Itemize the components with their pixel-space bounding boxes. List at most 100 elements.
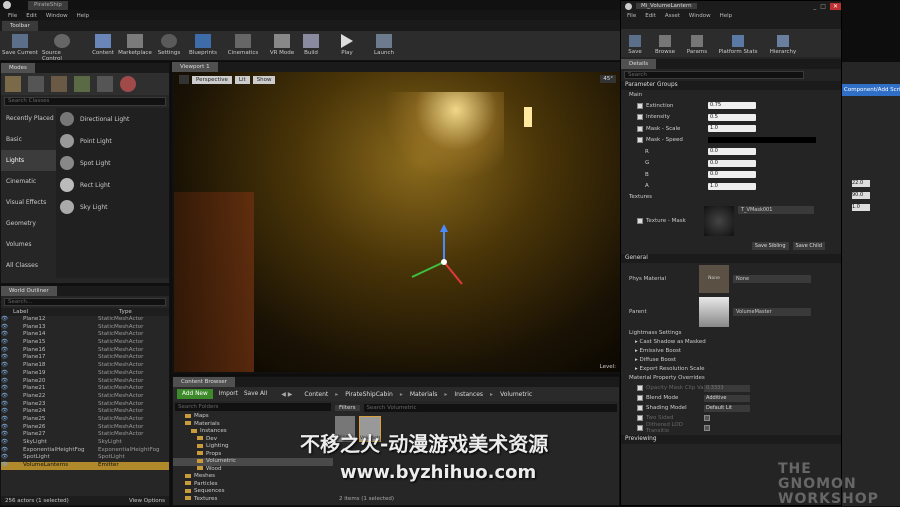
- lit-button[interactable]: Lit: [234, 75, 250, 84]
- lightmass-item[interactable]: ▸ Emissive Boost: [621, 347, 841, 356]
- visibility-eye-icon[interactable]: 👁: [1, 439, 23, 447]
- category-basic[interactable]: Basic: [1, 129, 56, 150]
- editor-tab[interactable]: Mi_VolumeLantern: [636, 3, 697, 9]
- place-mode-icon[interactable]: [5, 76, 21, 92]
- maximize-icon[interactable]: □: [820, 3, 826, 10]
- filters-button[interactable]: Filters: [335, 404, 360, 411]
- override-checkbox[interactable]: [637, 395, 643, 401]
- outliner-row[interactable]: 👁 SpotLight SpotLight: [1, 454, 169, 462]
- vr-mode-button[interactable]: VR Mode: [268, 31, 296, 56]
- rect-light-item[interactable]: Rect Light: [56, 174, 169, 196]
- folder-item[interactable]: Wood: [173, 466, 333, 474]
- editor-menu-asset[interactable]: Asset: [665, 11, 680, 21]
- build-button[interactable]: Build: [300, 31, 322, 56]
- content-browser-tab[interactable]: Content Browser: [173, 377, 235, 387]
- search-classes-input[interactable]: Search Classes: [4, 97, 166, 106]
- folder-item[interactable]: Volumetric: [173, 458, 333, 466]
- visibility-eye-icon[interactable]: 👁: [1, 316, 23, 324]
- parent-dropdown[interactable]: VolumeMaster: [733, 308, 811, 316]
- editor-menu-help[interactable]: Help: [720, 11, 733, 21]
- project-tab[interactable]: PirateShip: [28, 1, 68, 10]
- content-button[interactable]: Content: [90, 31, 116, 56]
- param-value-field[interactable]: 1.0: [708, 125, 756, 133]
- play-button[interactable]: Play: [336, 31, 358, 56]
- visibility-eye-icon[interactable]: 👁: [1, 431, 23, 439]
- scene-view[interactable]: Perspective Lit Show 45° Level:: [174, 72, 620, 372]
- close-icon[interactable]: ✕: [829, 2, 841, 10]
- add-new-button[interactable]: Add New: [177, 389, 213, 399]
- folder-item[interactable]: Maps: [173, 413, 333, 421]
- point-light-item[interactable]: Point Light: [56, 130, 169, 152]
- world-outliner-tab[interactable]: World Outliner: [1, 286, 57, 296]
- camera-angle-button[interactable]: 45°: [600, 75, 616, 83]
- crumb-pirateshipcabin[interactable]: PirateShipCabin: [345, 391, 393, 398]
- lightmass-item[interactable]: ▸ Diffuse Boost: [621, 356, 841, 365]
- folder-item[interactable]: Sequences: [173, 488, 333, 496]
- asset-search-input[interactable]: Search Volumetric: [363, 403, 617, 412]
- save-current-button[interactable]: Save Current: [2, 31, 38, 56]
- launch-button[interactable]: Launch: [372, 31, 396, 56]
- mask-speed-color-swatch[interactable]: [708, 137, 816, 144]
- visibility-eye-icon[interactable]: 👁: [1, 362, 23, 370]
- texture-dropdown[interactable]: T_VMask001: [738, 206, 814, 214]
- mask-speed-checkbox[interactable]: [637, 137, 643, 144]
- outliner-search-input[interactable]: Search...: [4, 298, 166, 306]
- editor-menu-edit[interactable]: Edit: [645, 11, 656, 21]
- outliner-row[interactable]: 👁 Plane19 StaticMeshActor: [1, 370, 169, 378]
- directional-light-item[interactable]: Directional Light: [56, 108, 169, 130]
- value-field-3[interactable]: 1.0: [852, 204, 870, 211]
- category-all-classes[interactable]: All Classes: [1, 255, 56, 276]
- folder-item[interactable]: Meshes: [173, 473, 333, 481]
- outliner-row[interactable]: 👁 VolumeLanterns Emitter: [1, 462, 169, 470]
- channel-value-field[interactable]: 0.0: [708, 171, 756, 179]
- param-checkbox[interactable]: [637, 114, 643, 121]
- visibility-eye-icon[interactable]: 👁: [1, 462, 23, 470]
- texture-mask-checkbox[interactable]: [637, 218, 643, 224]
- param-value-field[interactable]: 0.75: [708, 102, 756, 110]
- details-tab[interactable]: Details: [621, 59, 657, 69]
- gizmo-y-axis[interactable]: [411, 261, 445, 278]
- menu-help[interactable]: Help: [77, 13, 90, 19]
- category-volumes[interactable]: Volumes: [1, 234, 56, 255]
- outliner-row[interactable]: 👁 Plane22 StaticMeshActor: [1, 393, 169, 401]
- visibility-eye-icon[interactable]: 👁: [1, 416, 23, 424]
- source-control-button[interactable]: Source Control: [42, 31, 82, 62]
- outliner-row[interactable]: 👁 SkyLight SkyLight: [1, 439, 169, 447]
- import-button[interactable]: Import: [219, 391, 238, 397]
- label-column-header[interactable]: Label: [13, 309, 119, 315]
- channel-value-field[interactable]: 1.0: [708, 182, 756, 190]
- outliner-row[interactable]: 👁 Plane20 StaticMeshActor: [1, 378, 169, 386]
- visibility-eye-icon[interactable]: 👁: [1, 385, 23, 393]
- override-checkbox[interactable]: [637, 385, 643, 391]
- modes-extra-icon[interactable]: [120, 76, 136, 92]
- category-lights[interactable]: Lights: [1, 150, 56, 171]
- outliner-row[interactable]: 👁 Plane12 StaticMeshActor: [1, 316, 169, 324]
- details-search-input[interactable]: Search: [624, 71, 804, 79]
- editor-hierarchy-button[interactable]: Hierarchy: [767, 32, 799, 55]
- outliner-row[interactable]: 👁 Plane26 StaticMeshActor: [1, 424, 169, 432]
- phys-material-dropdown[interactable]: None: [733, 275, 811, 283]
- modes-tab[interactable]: Modes: [1, 63, 35, 73]
- folder-item[interactable]: Particles: [173, 481, 333, 489]
- save-all-button[interactable]: Save All: [244, 391, 267, 397]
- category-recently-placed[interactable]: Recently Placed: [1, 108, 56, 129]
- outliner-row[interactable]: 👁 Plane13 StaticMeshActor: [1, 324, 169, 332]
- paint-mode-icon[interactable]: [28, 76, 44, 92]
- editor-platform-stats-button[interactable]: Platform Stats: [717, 32, 759, 55]
- gizmo-x-axis[interactable]: [443, 261, 463, 285]
- menu-file[interactable]: File: [8, 13, 17, 19]
- outliner-row[interactable]: 👁 Plane21 StaticMeshActor: [1, 385, 169, 393]
- outliner-row[interactable]: 👁 Plane14 StaticMeshActor: [1, 331, 169, 339]
- type-column-header[interactable]: Type: [119, 309, 132, 315]
- view-options-button[interactable]: View Options: [129, 498, 165, 504]
- viewport-tab[interactable]: Viewport 1: [172, 62, 218, 72]
- gizmo-z-arrow[interactable]: [440, 224, 448, 232]
- sky-light-item[interactable]: Sky Light: [56, 196, 169, 218]
- folder-item[interactable]: Materials: [173, 421, 333, 429]
- outliner-row[interactable]: 👁 Plane27 StaticMeshActor: [1, 431, 169, 439]
- visibility-eye-icon[interactable]: 👁: [1, 331, 23, 339]
- folder-item[interactable]: Textures: [173, 496, 333, 504]
- editor-save-button[interactable]: Save: [625, 32, 645, 55]
- override-value-checkbox[interactable]: [704, 425, 710, 431]
- toolbar-tab[interactable]: Toolbar: [2, 21, 38, 31]
